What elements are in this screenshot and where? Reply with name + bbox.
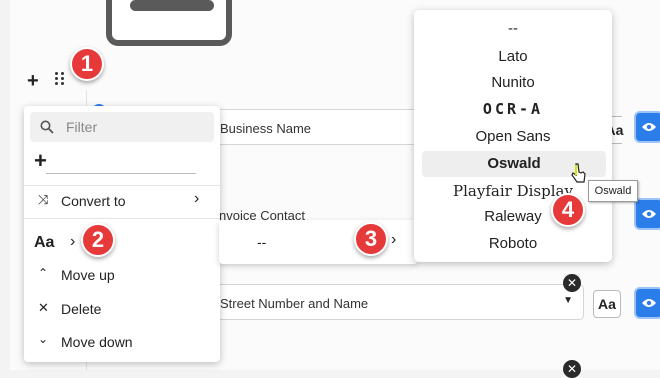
drag-handle-icon[interactable] [55, 72, 67, 86]
font-option-open-sans[interactable]: Open Sans [414, 128, 612, 145]
delete-label: Delete [61, 301, 102, 317]
chevron-down-icon: ⌄ [38, 332, 49, 346]
font-option-lato[interactable]: Lato [414, 48, 612, 65]
convert-to-item[interactable]: ⤨ Convert to › [24, 190, 220, 212]
delete-item[interactable]: ✕ Delete [24, 298, 220, 320]
format-item[interactable]: Aa › [24, 230, 220, 256]
step-badge-2: 2 [81, 223, 115, 257]
font-option-ocr-a[interactable]: OCR-A [414, 100, 612, 118]
move-down-item[interactable]: ⌄ Move down [24, 331, 220, 353]
font-tooltip: Oswald [588, 180, 638, 202]
close-icon: ✕ [38, 300, 49, 315]
font-option-roboto[interactable]: Roboto [414, 235, 612, 252]
font-option-nunito[interactable]: Nunito [414, 74, 612, 91]
dropdown-arrow-icon: ▼ [563, 295, 573, 306]
font-submenu[interactable]: -- › [219, 220, 418, 264]
chevron-up-icon: ⌃ [38, 266, 49, 280]
font-option-none[interactable]: -- [414, 20, 612, 37]
chevron-right-icon: › [194, 190, 200, 207]
eye-icon[interactable] [634, 287, 660, 319]
add-icon[interactable]: + [34, 148, 47, 174]
convert-to-label: Convert to [61, 193, 126, 209]
block-context-menu: Filter + ⤨ Convert to › Aa › ⌃ Move up ✕… [24, 106, 220, 362]
font-current-value: -- [257, 234, 267, 250]
font-list: -- Lato Nunito OCR-A Open Sans Oswald Pl… [414, 10, 612, 262]
menu-separator [24, 185, 220, 186]
step-badge-3: 3 [354, 222, 388, 256]
search-icon [40, 120, 54, 134]
clear-icon[interactable]: ✕ [563, 360, 581, 378]
document-icon [106, 0, 232, 46]
step-badge-1: 1 [70, 47, 104, 81]
step-badge-4: 4 [551, 193, 585, 227]
chevron-right-icon: › [70, 233, 76, 250]
eye-icon[interactable] [634, 111, 660, 143]
pointer-cursor-icon [571, 163, 586, 183]
move-up-item[interactable]: ⌃ Move up [24, 264, 220, 286]
add-block-icon[interactable]: + [27, 71, 39, 91]
filter-placeholder: Filter [66, 119, 98, 135]
eye-icon[interactable] [634, 198, 660, 230]
menu-separator [24, 218, 220, 219]
add-input-line[interactable] [46, 173, 196, 174]
move-down-label: Move down [61, 334, 133, 350]
chevron-right-icon: › [391, 231, 397, 248]
field-label: Street Number and Name [220, 296, 369, 311]
format-button[interactable]: Aa [593, 290, 621, 318]
move-up-label: Move up [61, 267, 115, 283]
field-street[interactable]: Street Number and Name ▼ [200, 284, 584, 320]
filter-input[interactable]: Filter [30, 112, 214, 142]
convert-icon: ⤨ [38, 192, 49, 207]
format-label: Aa [34, 234, 55, 251]
clear-icon[interactable]: ✕ [563, 274, 581, 292]
field-label: Business Name [220, 121, 312, 136]
